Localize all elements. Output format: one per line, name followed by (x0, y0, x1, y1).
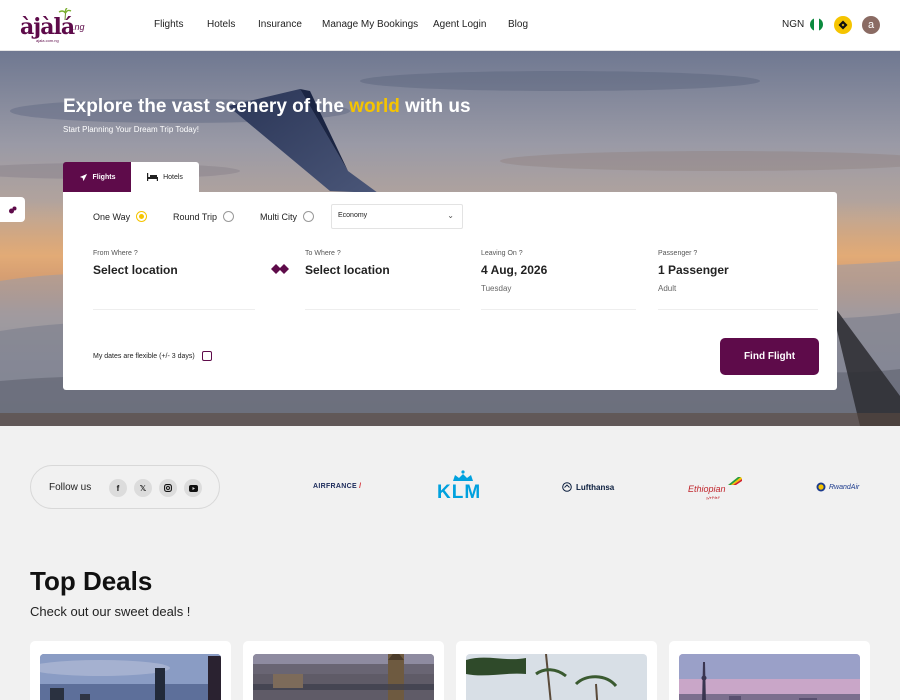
airline-name: KLM (437, 482, 482, 503)
deal-card[interactable] (30, 641, 231, 700)
airline-logo-airfrance: AIRFRANCE / (313, 483, 361, 490)
cabin-class-value: Economy (338, 212, 368, 219)
nav-manage-bookings[interactable]: Manage My Bookings (322, 19, 418, 30)
date-weekday: Tuesday (481, 284, 512, 293)
nav-blog[interactable]: Blog (508, 19, 528, 30)
nav-insurance[interactable]: Insurance (258, 19, 302, 30)
radio-unselected[interactable] (223, 211, 235, 222)
departure-date-field[interactable]: Leaving On ? 4 Aug, 2026 Tuesday (481, 250, 636, 310)
flexible-dates-checkbox[interactable] (201, 351, 212, 361)
follow-us-panel: Follow us f 𝕏 (30, 465, 220, 509)
airline-logo-ethiopian: Ethiopian ኢትዮጵያ (688, 476, 744, 500)
nav-agent-login[interactable]: Agent Login (433, 19, 486, 30)
x-icon[interactable]: 𝕏 (134, 479, 152, 497)
hero-title-highlight: world (349, 96, 400, 117)
plane-icon (79, 173, 87, 181)
date-value: 4 Aug, 2026 (481, 263, 548, 277)
hero-title-post: with us (399, 96, 471, 117)
flight-search-form: One Way Round Trip Multi City Economy ⌄ … (63, 192, 837, 390)
airline-name: AIRFRANCE (313, 483, 357, 490)
trip-type-one-way[interactable]: One Way (93, 211, 148, 222)
from-label: From Where ? (93, 250, 138, 257)
deal-image[interactable] (253, 654, 434, 700)
chevron-down-icon: ⌄ (447, 211, 454, 220)
airline-name: Lufthansa (576, 482, 615, 492)
tab-hotels-label: Hotels (163, 173, 183, 181)
trip-type-label: One Way (93, 211, 131, 222)
crown-icon (453, 470, 473, 481)
airline-logo-lufthansa: Lufthansa (562, 482, 614, 492)
to-field[interactable]: To Where ? Select location (305, 250, 460, 310)
to-label: To Where ? (305, 250, 341, 257)
bed-icon (147, 173, 159, 181)
side-widget-tab[interactable] (0, 197, 25, 222)
top-deals-subtitle: Check out our sweet deals ! (30, 604, 191, 619)
radio-selected[interactable] (136, 211, 148, 222)
lufthansa-crane-icon (562, 482, 572, 492)
wallet-icon[interactable] (834, 16, 852, 34)
youtube-icon[interactable] (184, 479, 202, 497)
nav-hotels[interactable]: Hotels (207, 19, 235, 30)
follow-us-label: Follow us (49, 482, 92, 493)
deal-image[interactable] (679, 654, 860, 700)
deal-image[interactable] (40, 654, 221, 700)
from-value: Select location (93, 263, 178, 277)
logo-tagline: ajala.com.ng (36, 38, 59, 43)
to-value: Select location (305, 263, 390, 277)
hero-title-pre: Explore the vast scenery of the (63, 96, 350, 117)
brand-mark-icon (8, 206, 16, 213)
cabin-class-select[interactable]: Economy ⌄ (331, 204, 463, 229)
find-flight-button[interactable]: Find Flight (720, 338, 819, 375)
tab-flights-label: Flights (92, 173, 116, 181)
site-logo[interactable]: àjàlá .ng ajala.com.ng (20, 8, 92, 44)
tab-hotels[interactable]: Hotels (131, 162, 199, 192)
airfrance-stripe-icon: / (356, 483, 362, 490)
currency-selector[interactable]: NGN (782, 19, 804, 30)
nigeria-flag-icon[interactable] (810, 18, 823, 31)
airline-logo-rwandair: RwandAir (816, 482, 859, 492)
user-avatar[interactable]: a (862, 16, 880, 34)
deal-image[interactable] (466, 654, 647, 700)
radio-unselected[interactable] (303, 211, 315, 222)
site-header: àjàlá .ng ajala.com.ng Flights Hotels In… (0, 0, 900, 51)
deal-card[interactable] (669, 641, 870, 700)
palm-tree-icon (58, 8, 72, 20)
rwandair-sun-icon (816, 482, 826, 492)
hero-subtitle: Start Planning Your Dream Trip Today! (63, 125, 199, 134)
trip-type-label: Round Trip (173, 211, 218, 222)
deal-card[interactable] (243, 641, 444, 700)
airline-name: Ethiopian (688, 484, 726, 494)
logo-tld: .ng (72, 22, 85, 32)
trip-type-label: Multi City (260, 211, 298, 222)
passenger-label: Passenger ? (658, 250, 698, 257)
instagram-icon[interactable] (159, 479, 177, 497)
flexible-dates-label: My dates are flexible (+/- 3 days) (93, 352, 195, 360)
trip-type-round-trip[interactable]: Round Trip (173, 211, 235, 222)
from-field[interactable]: From Where ? Select location (93, 250, 255, 310)
airline-name: RwandAir (829, 483, 860, 491)
flexible-dates-option[interactable]: My dates are flexible (+/- 3 days) (93, 351, 212, 361)
passenger-field[interactable]: Passenger ? 1 Passenger Adult (658, 250, 818, 310)
swap-locations-icon[interactable] (270, 262, 290, 276)
airline-subname: ኢትዮጵያ (706, 495, 720, 500)
ethiopian-flag-icon (728, 477, 742, 485)
airline-logo-klm: KLM (436, 470, 490, 504)
facebook-icon[interactable]: f (109, 479, 127, 497)
date-label: Leaving On ? (481, 250, 523, 257)
top-deals-title: Top Deals (30, 566, 153, 596)
hero-title: Explore the vast scenery of the world wi… (63, 96, 471, 118)
deal-card[interactable] (456, 641, 657, 700)
tab-flights[interactable]: Flights (63, 162, 131, 192)
trip-type-multi-city[interactable]: Multi City (260, 211, 315, 222)
passenger-value: 1 Passenger (658, 263, 729, 277)
passenger-type: Adult (658, 284, 677, 293)
nav-flights[interactable]: Flights (154, 19, 183, 30)
